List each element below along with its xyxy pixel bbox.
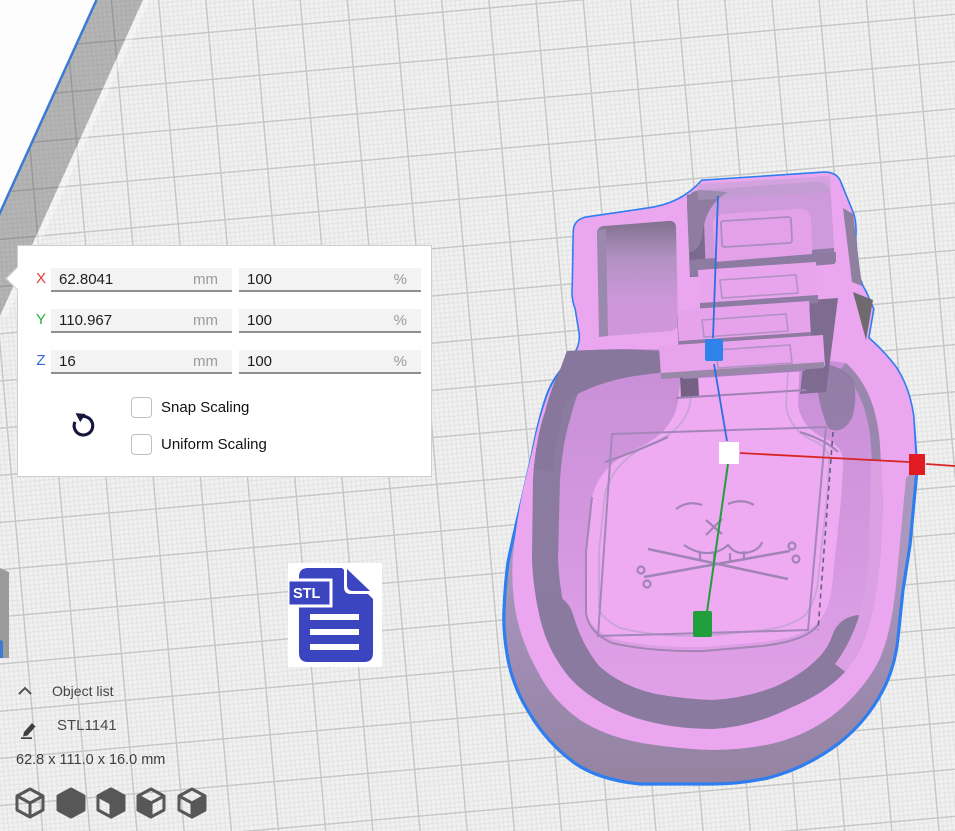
svg-text:STL: STL [293, 586, 321, 602]
